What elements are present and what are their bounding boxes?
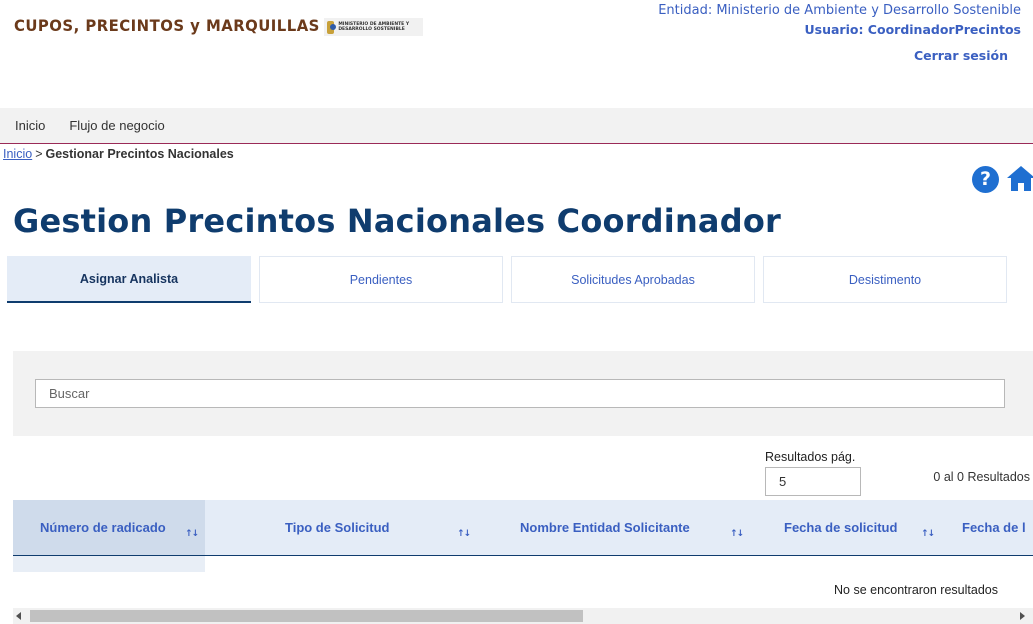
breadcrumb-separator: >: [35, 147, 43, 161]
sorted-column-fill: [13, 556, 205, 572]
sort-icon: ↑↓: [457, 529, 471, 539]
app-logo-text[interactable]: CUPOS, PRECINTOS y MARQUILLAS: [14, 16, 320, 35]
search-input[interactable]: [35, 379, 1005, 408]
tab-asignar-analista[interactable]: Asignar Analista: [7, 256, 251, 303]
logout-link[interactable]: Cerrar sesión: [914, 48, 1008, 63]
table-header: Número de radicado ↑↓ Tipo de Solicitud …: [13, 500, 1033, 556]
horizontal-scrollbar[interactable]: [13, 608, 1033, 624]
scroll-left-icon[interactable]: [16, 612, 21, 620]
column-label: Fecha de solicitud: [784, 520, 898, 535]
sort-icon: ↑↓: [730, 529, 744, 539]
tab-solicitudes-aprobadas[interactable]: Solicitudes Aprobadas: [511, 256, 755, 303]
nav-item-inicio[interactable]: Inicio: [15, 118, 45, 133]
entity-label: Entidad: Ministerio de Ambiente y Desarr…: [658, 3, 1021, 18]
home-icon[interactable]: [1006, 164, 1033, 192]
page: CUPOS, PRECINTOS y MARQUILLAS MINISTERIO…: [0, 0, 1033, 624]
page-title: Gestion Precintos Nacionales Coordinador: [13, 202, 781, 240]
tab-desistimento[interactable]: Desistimento: [763, 256, 1007, 303]
column-header-fecha-solicitud[interactable]: Fecha de solicitud ↑↓: [750, 500, 950, 555]
sort-icon: ↑↓: [921, 529, 935, 539]
sort-icon: ↑↓: [185, 529, 199, 539]
breadcrumb: Inicio > Gestionar Precintos Nacionales: [3, 147, 234, 161]
empty-state-text: No se encontraron resultados: [834, 583, 998, 597]
colombia-seal-icon: [327, 20, 337, 34]
column-label: Tipo de Solicitud: [285, 520, 390, 535]
column-header-numero-radicado[interactable]: Número de radicado ↑↓: [13, 500, 205, 555]
column-header-tipo-solicitud[interactable]: Tipo de Solicitud ↑↓: [205, 500, 475, 555]
user-label: Usuario: CoordinadorPrecintos: [804, 22, 1022, 37]
scrollbar-thumb[interactable]: [30, 610, 583, 622]
tab-pendientes[interactable]: Pendientes: [259, 256, 503, 303]
page-size-input[interactable]: [765, 467, 861, 496]
column-header-fecha[interactable]: Fecha de l: [950, 500, 1033, 555]
ministry-logo: MINISTERIO DE AMBIENTE Y DESARROLLO SOST…: [324, 18, 423, 36]
breadcrumb-current: Gestionar Precintos Nacionales: [45, 147, 234, 161]
search-panel: [13, 351, 1033, 436]
breadcrumb-home-link[interactable]: Inicio: [3, 147, 32, 161]
main-nav: Inicio Flujo de negocio: [0, 108, 1033, 144]
results-count: 0 al 0 Resultados: [933, 470, 1030, 484]
column-header-nombre-entidad[interactable]: Nombre Entidad Solicitante ↑↓: [475, 500, 750, 555]
ministry-logo-text: MINISTERIO DE AMBIENTE Y DESARROLLO SOST…: [338, 22, 410, 32]
page-size-label: Resultados pág.: [765, 450, 856, 464]
column-label: Nombre Entidad Solicitante: [520, 520, 690, 535]
column-label: Número de radicado: [40, 520, 166, 535]
nav-item-flujo-de-negocio[interactable]: Flujo de negocio: [69, 118, 164, 133]
column-label: Fecha de l: [962, 520, 1026, 535]
help-icon[interactable]: ?: [972, 166, 999, 193]
scroll-right-icon[interactable]: [1020, 612, 1025, 620]
